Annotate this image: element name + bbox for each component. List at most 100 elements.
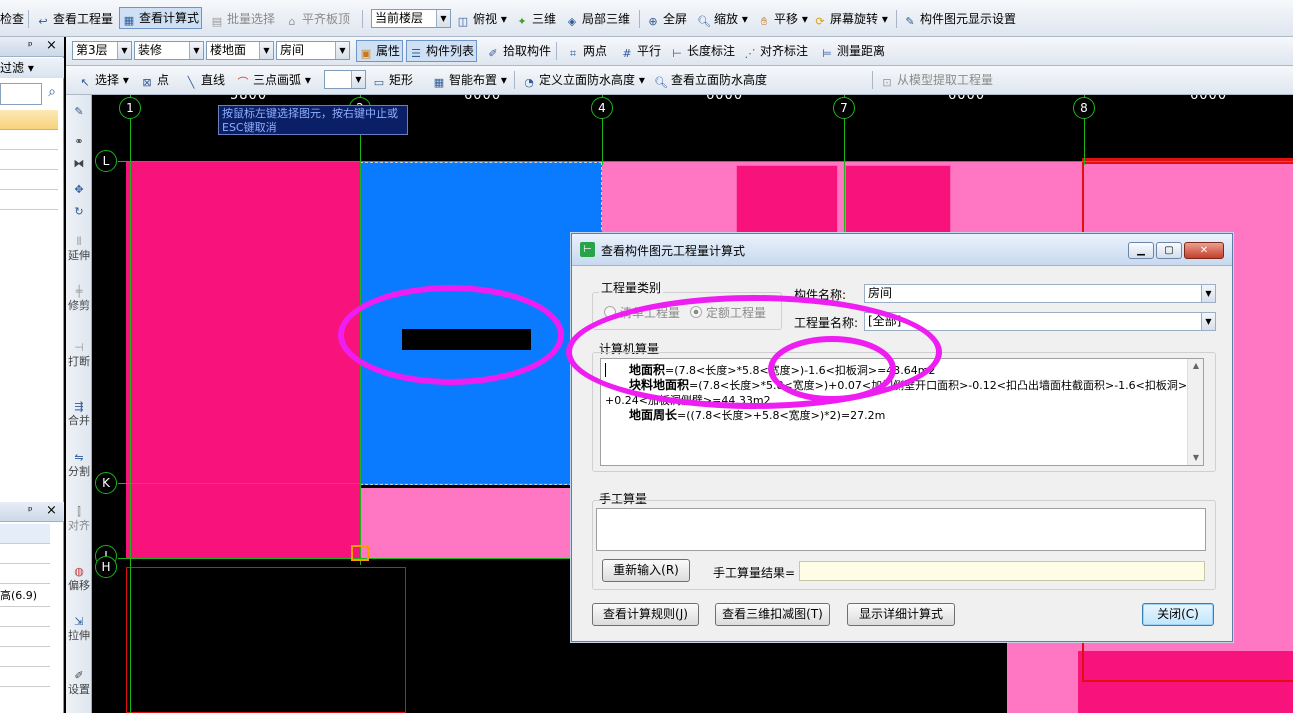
room-pink-small-2[interactable] (845, 165, 951, 233)
pin-icon[interactable]: ᵖ (28, 504, 33, 517)
stretch-button[interactable]: ⇲ 拉伸 (68, 615, 90, 643)
element-display-settings-button[interactable]: ✎ 构件图元显示设置 (903, 8, 1016, 30)
settings-button[interactable]: ✐ 设置 (68, 669, 90, 697)
parallel-button[interactable]: # 平行 (620, 40, 661, 62)
room-pink-left[interactable] (126, 162, 360, 558)
copy-icon[interactable]: ⚭ (68, 135, 90, 149)
arc-option-dropdown[interactable]: ▼ (324, 70, 366, 89)
rotate-icon: ⟳ (815, 15, 825, 28)
dimension-text: 6000 (948, 95, 986, 103)
point-button[interactable]: ⊠ 点 (140, 69, 169, 91)
merge-button[interactable]: ⇶ 合并 (68, 400, 90, 428)
trim-button[interactable]: ╪ 修剪 (68, 285, 90, 313)
offset-button[interactable]: ◍ 偏移 (68, 565, 90, 593)
extend-button[interactable]: ⫴ 延伸 (68, 235, 90, 263)
filter-dropdown[interactable]: 过滤 ▾ (0, 58, 64, 78)
batch-select-button[interactable]: ▤ 批量选择 (210, 8, 275, 30)
axis-label-1: 1 (119, 97, 141, 119)
element-list-button[interactable]: ☰ 构件列表 (406, 40, 478, 62)
view-formula-button[interactable]: ▦ 查看计算式 (119, 7, 203, 29)
break-button[interactable]: ⊣ 打断 (68, 341, 90, 369)
align-slab-top-button[interactable]: ⌂ 平齐板顶 (285, 8, 351, 30)
axis-label-L: L (95, 150, 117, 172)
split-button[interactable]: ⇋ 分割 (68, 451, 90, 479)
length-dim-button[interactable]: ⊢ 长度标注 (670, 40, 735, 62)
line-button[interactable]: ╲ 直线 (184, 69, 225, 91)
property-row[interactable] (0, 544, 50, 564)
pin-icon[interactable]: ᵖ (28, 39, 33, 52)
grip-handle[interactable] (351, 545, 369, 561)
scroll-down-icon[interactable]: ▼ (1188, 451, 1203, 465)
maximize-button[interactable]: ▢ (1156, 242, 1182, 259)
list-selected-row[interactable] (0, 110, 58, 130)
brush-icon[interactable]: ✎ (68, 105, 90, 119)
view-quantity-button[interactable]: ↩ 查看工程量 (36, 8, 113, 30)
eyedropper-icon: ✐ (488, 47, 498, 60)
chevron-down-icon: ▼ (1201, 313, 1215, 330)
manual-result-field[interactable] (799, 561, 1205, 581)
align-dim-button[interactable]: ⋰ 对齐标注 (743, 40, 809, 62)
property-row[interactable] (0, 564, 50, 584)
pick-element-button[interactable]: ✐ 拾取构件 (486, 40, 551, 62)
search-input[interactable] (0, 83, 42, 105)
list-item[interactable] (0, 190, 58, 210)
element-dropdown[interactable]: 房间 ▼ (276, 41, 350, 60)
align-button[interactable]: ⫿ 对齐 (68, 505, 90, 533)
property-row[interactable] (0, 627, 50, 647)
list-icon: ☰ (411, 47, 421, 60)
list-item[interactable] (0, 130, 58, 150)
property-row-height[interactable]: 高(6.9) (0, 587, 50, 607)
category-dropdown[interactable]: 装修 ▼ (134, 41, 204, 60)
check-button[interactable]: 检查 (0, 8, 24, 30)
scroll-up-icon[interactable]: ▲ (1188, 359, 1203, 373)
pan-button[interactable]: ✋︎ 平移 ▾ (757, 8, 808, 30)
view-elev-wp-height-button[interactable]: 🔍︎ 查看立面防水高度 (654, 69, 767, 91)
rotate-icon[interactable]: ↻ (68, 205, 90, 219)
axis-label-8: 8 (1073, 97, 1095, 119)
local-3d-button[interactable]: ◈ 局部三维 (565, 8, 630, 30)
property-row[interactable] (0, 647, 50, 667)
break-icon: ⊣ (74, 341, 84, 354)
property-row[interactable] (0, 607, 50, 627)
define-elev-wp-height-button[interactable]: ◔ 定义立面防水高度 ▾ (522, 69, 645, 91)
smart-layout-button[interactable]: ▦ 智能布置 ▾ (432, 69, 507, 91)
search-icon[interactable]: ⌕ (42, 84, 62, 104)
close-icon[interactable]: × (46, 503, 57, 518)
floor-dropdown[interactable]: 第3层 ▼ (72, 41, 132, 60)
close-button[interactable]: 关闭(C) (1142, 603, 1214, 626)
two-points-button[interactable]: ⌗ 两点 (566, 40, 607, 62)
extract-icon: ⊡ (882, 76, 892, 89)
subtype-dropdown[interactable]: 楼地面 ▼ (206, 41, 274, 60)
fullscreen-button[interactable]: ⊕ 全屏 (646, 8, 687, 30)
zoom-button[interactable]: 🔍︎ 缩放 ▾ (697, 8, 748, 30)
rectangle-button[interactable]: ▭ 矩形 (372, 69, 413, 91)
manual-calc-textbox[interactable] (596, 508, 1206, 551)
close-icon[interactable]: ✕ (1184, 242, 1224, 259)
fullscreen-icon: ⊕ (648, 15, 658, 28)
room-light-pink-bottom[interactable] (360, 488, 602, 558)
measure-distance-button[interactable]: ⊨ 测量距离 (820, 40, 885, 62)
minimize-button[interactable]: ▁ (1128, 242, 1154, 259)
align-dim-icon: ⋰ (744, 47, 756, 60)
mirror-icon[interactable]: ⧓ (68, 157, 90, 171)
element-name-dropdown[interactable]: 房间 ▼ (864, 284, 1216, 303)
view-3d-deduct-button[interactable]: 查看三维扣减图(T) (715, 603, 830, 626)
move-icon[interactable]: ✥ (68, 183, 90, 197)
properties-button[interactable]: ▣ 属性 (356, 40, 404, 62)
reenter-button[interactable]: 重新输入(R) (602, 559, 690, 582)
extract-from-model-button[interactable]: ⊡ 从模型提取工程量 (880, 69, 993, 91)
top-view-button[interactable]: ◫ 俯视 ▾ (456, 8, 507, 30)
property-row[interactable] (0, 667, 50, 687)
list-item[interactable] (0, 150, 58, 170)
vertical-scrollbar[interactable]: ▲ ▼ (1187, 359, 1203, 465)
3d-button[interactable]: ✦ 三维 (515, 8, 556, 30)
arc-button[interactable]: ⌒ 三点画弧 ▾ (236, 69, 311, 91)
close-icon[interactable]: × (46, 38, 57, 53)
select-button[interactable]: ↖ 选择 ▾ (78, 69, 128, 91)
current-floor-dropdown[interactable]: 当前楼层 ▼ (371, 9, 451, 28)
view-rules-button[interactable]: 查看计算规则(J) (592, 603, 699, 626)
screen-rotate-button[interactable]: ⟳ 屏幕旋转 ▾ (813, 8, 887, 30)
list-item[interactable] (0, 170, 58, 190)
show-detail-button[interactable]: 显示详细计算式 (847, 603, 955, 626)
room-pink-small-1[interactable] (736, 165, 838, 233)
